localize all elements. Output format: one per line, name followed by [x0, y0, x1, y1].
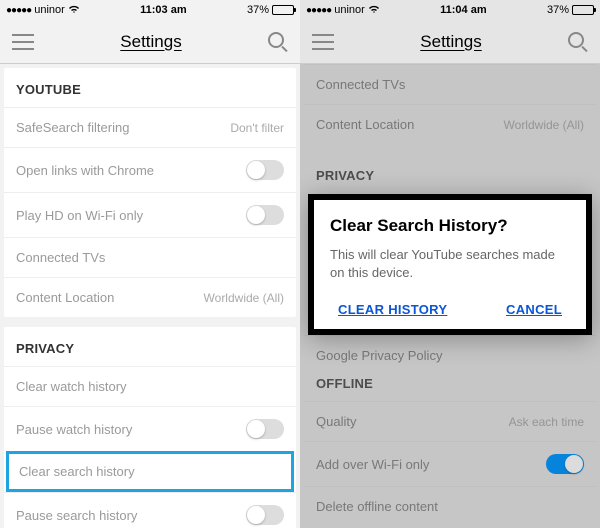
toggle-add-wifi[interactable] — [546, 454, 584, 474]
row-label: Quality — [316, 414, 356, 429]
row-pause-watch-history[interactable]: Pause watch history — [4, 406, 296, 451]
row-content-location[interactable]: Content Location Worldwide (All) — [4, 277, 296, 317]
row-clear-search-history[interactable]: Clear search history — [6, 451, 294, 492]
section-header-privacy: PRIVACY — [304, 154, 596, 193]
dialog-title: Clear Search History? — [330, 216, 570, 236]
row-add-over-wifi[interactable]: Add over Wi-Fi only — [304, 441, 596, 486]
battery-icon — [572, 5, 594, 15]
cancel-button[interactable]: CANCEL — [506, 302, 562, 317]
toggle-play-hd[interactable] — [246, 205, 284, 225]
row-pause-search-history[interactable]: Pause search history — [4, 492, 296, 528]
row-value: Don't filter — [230, 121, 284, 135]
screenshot-left: ●●●●● uninor 11:03 am 37% Settings YOUTU… — [0, 0, 300, 528]
row-label: Google Privacy Policy — [316, 348, 442, 363]
hamburger-icon[interactable] — [312, 34, 334, 50]
search-icon[interactable] — [268, 32, 288, 52]
wifi-icon — [368, 4, 380, 17]
section-header-offline: OFFLINE — [304, 362, 596, 401]
battery-pct: 37% — [547, 4, 569, 16]
status-bar: ●●●●● uninor 11:04 am 37% — [300, 0, 600, 20]
row-safesearch[interactable]: SafeSearch filtering Don't filter — [4, 107, 296, 147]
app-header: Settings — [300, 20, 600, 64]
privacy-section: PRIVACY Clear watch history Pause watch … — [4, 327, 296, 528]
status-time: 11:03 am — [140, 4, 186, 16]
screenshot-right: ●●●●● uninor 11:04 am 37% Settings Conne… — [300, 0, 600, 528]
confirm-dialog: Clear Search History? This will clear Yo… — [308, 194, 592, 335]
row-value: Worldwide (All) — [504, 118, 584, 132]
row-label: Connected TVs — [316, 77, 405, 92]
toggle-open-links[interactable] — [246, 160, 284, 180]
search-icon[interactable] — [568, 32, 588, 52]
clear-history-button[interactable]: CLEAR HISTORY — [338, 302, 447, 317]
row-connected-tvs[interactable]: Connected TVs — [304, 64, 596, 104]
row-label: Content Location — [316, 117, 414, 132]
row-clear-watch-history[interactable]: Clear watch history — [4, 366, 296, 406]
row-label: Play HD on Wi-Fi only — [16, 208, 143, 223]
carrier-label: uninor — [334, 4, 365, 16]
carrier-label: uninor — [34, 4, 65, 16]
row-label: Pause search history — [16, 508, 137, 523]
row-label: Pause watch history — [16, 422, 132, 437]
youtube-section-tail: Connected TVs Content Location Worldwide… — [304, 64, 596, 144]
page-title: Settings — [120, 32, 181, 52]
row-label: Clear watch history — [16, 379, 127, 394]
hamburger-icon[interactable] — [12, 34, 34, 50]
wifi-icon — [68, 4, 80, 17]
row-label: Connected TVs — [16, 250, 105, 265]
row-value: Worldwide (All) — [204, 291, 284, 305]
settings-scroll[interactable]: YOUTUBE SafeSearch filtering Don't filte… — [0, 64, 300, 528]
offline-section: OFFLINE Quality Ask each time Add over W… — [304, 362, 596, 526]
row-label: Clear search history — [19, 464, 135, 479]
app-header: Settings — [0, 20, 300, 64]
toggle-pause-watch[interactable] — [246, 419, 284, 439]
page-title: Settings — [420, 32, 481, 52]
battery-pct: 37% — [247, 4, 269, 16]
row-label: SafeSearch filtering — [16, 120, 129, 135]
row-delete-offline[interactable]: Delete offline content — [304, 486, 596, 526]
status-time: 11:04 am — [440, 4, 486, 16]
youtube-section: YOUTUBE SafeSearch filtering Don't filte… — [4, 68, 296, 317]
status-bar: ●●●●● uninor 11:03 am 37% — [0, 0, 300, 20]
dialog-body: This will clear YouTube searches made on… — [330, 246, 570, 282]
row-connected-tvs[interactable]: Connected TVs — [4, 237, 296, 277]
row-label: Open links with Chrome — [16, 163, 154, 178]
row-play-hd-wifi[interactable]: Play HD on Wi-Fi only — [4, 192, 296, 237]
row-quality[interactable]: Quality Ask each time — [304, 401, 596, 441]
toggle-pause-search[interactable] — [246, 505, 284, 525]
battery-icon — [272, 5, 294, 15]
row-content-location[interactable]: Content Location Worldwide (All) — [304, 104, 596, 144]
section-header-youtube: YOUTUBE — [4, 68, 296, 107]
section-header-privacy: PRIVACY — [4, 327, 296, 366]
row-label: Delete offline content — [316, 499, 438, 514]
row-label: Content Location — [16, 290, 114, 305]
signal-dots-icon: ●●●●● — [306, 5, 331, 16]
row-open-links-chrome[interactable]: Open links with Chrome — [4, 147, 296, 192]
row-value: Ask each time — [509, 415, 584, 429]
row-label: Add over Wi-Fi only — [316, 457, 429, 472]
signal-dots-icon: ●●●●● — [6, 5, 31, 16]
